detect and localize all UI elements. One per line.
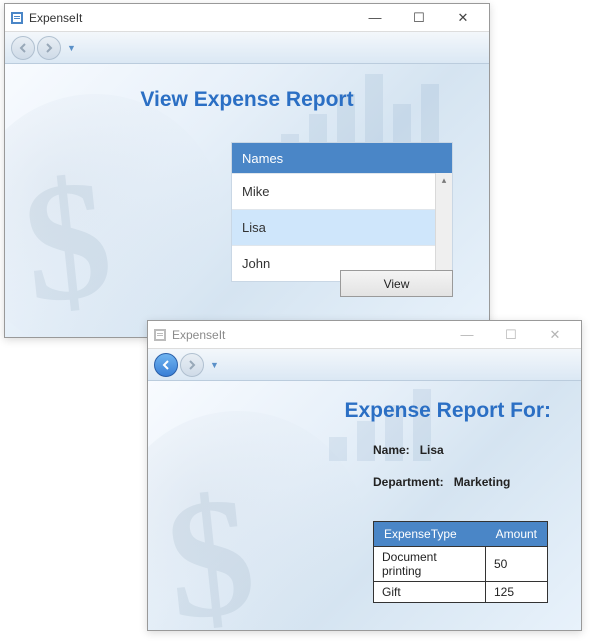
page-heading: Expense Report For:: [344, 399, 551, 423]
department-label: Department:: [373, 475, 444, 489]
minimize-button[interactable]: —: [353, 5, 397, 31]
expense-table: ExpenseType Amount Document printing 50 …: [373, 521, 548, 603]
cell-expense-type: Gift: [374, 582, 486, 603]
names-row[interactable]: Mike: [232, 173, 452, 209]
close-button[interactable]: ✕: [441, 5, 485, 31]
app-icon: [9, 10, 25, 26]
client-area: View Expense Report Names Mike Lisa John…: [5, 64, 489, 337]
titlebar[interactable]: ExpenseIt — ☐ ✕: [5, 4, 489, 32]
table-row: Document printing 50: [374, 547, 548, 582]
nav-forward-button[interactable]: [37, 36, 61, 60]
cell-expense-type: Document printing: [374, 547, 486, 582]
names-panel: Names Mike Lisa John ▴ ▾: [231, 142, 453, 282]
table-row: Gift 125: [374, 582, 548, 603]
maximize-button[interactable]: ☐: [397, 5, 441, 31]
names-header: Names: [232, 143, 452, 173]
maximize-button[interactable]: ☐: [489, 322, 533, 348]
nav-toolbar: ▼: [5, 32, 489, 64]
nav-back-button[interactable]: [154, 353, 178, 377]
name-row: Name: Lisa: [373, 443, 444, 457]
name-value: Lisa: [420, 443, 444, 457]
cell-amount: 125: [486, 582, 548, 603]
names-list[interactable]: Mike Lisa John ▴ ▾: [232, 173, 452, 281]
name-label: Name:: [373, 443, 410, 457]
window-title: ExpenseIt: [172, 328, 225, 342]
window-expense-list: ExpenseIt — ☐ ✕ ▼ View Expense Report Na…: [4, 3, 490, 338]
window-title: ExpenseIt: [29, 11, 82, 25]
col-amount: Amount: [486, 522, 548, 547]
nav-history-dropdown[interactable]: ▼: [206, 358, 223, 372]
titlebar[interactable]: ExpenseIt — ☐ ✕: [148, 321, 581, 349]
view-button[interactable]: View: [340, 270, 453, 297]
names-row[interactable]: Lisa: [232, 209, 452, 245]
department-value: Marketing: [454, 475, 511, 489]
scrollbar[interactable]: ▴ ▾: [435, 173, 452, 281]
nav-toolbar: ▼: [148, 349, 581, 381]
nav-history-dropdown[interactable]: ▼: [63, 41, 80, 55]
minimize-button[interactable]: —: [445, 322, 489, 348]
col-expense-type: ExpenseType: [374, 522, 486, 547]
nav-forward-button[interactable]: [180, 353, 204, 377]
close-button[interactable]: ✕: [533, 322, 577, 348]
window-expense-detail: ExpenseIt — ☐ ✕ ▼ Expense Report For: Na…: [147, 320, 582, 631]
department-row: Department: Marketing: [373, 475, 510, 489]
client-area: Expense Report For: Name: Lisa Departmen…: [148, 381, 581, 630]
scroll-up-icon[interactable]: ▴: [442, 175, 447, 186]
cell-amount: 50: [486, 547, 548, 582]
page-heading: View Expense Report: [5, 88, 489, 112]
table-header-row: ExpenseType Amount: [374, 522, 548, 547]
app-icon: [152, 327, 168, 343]
nav-back-button[interactable]: [11, 36, 35, 60]
